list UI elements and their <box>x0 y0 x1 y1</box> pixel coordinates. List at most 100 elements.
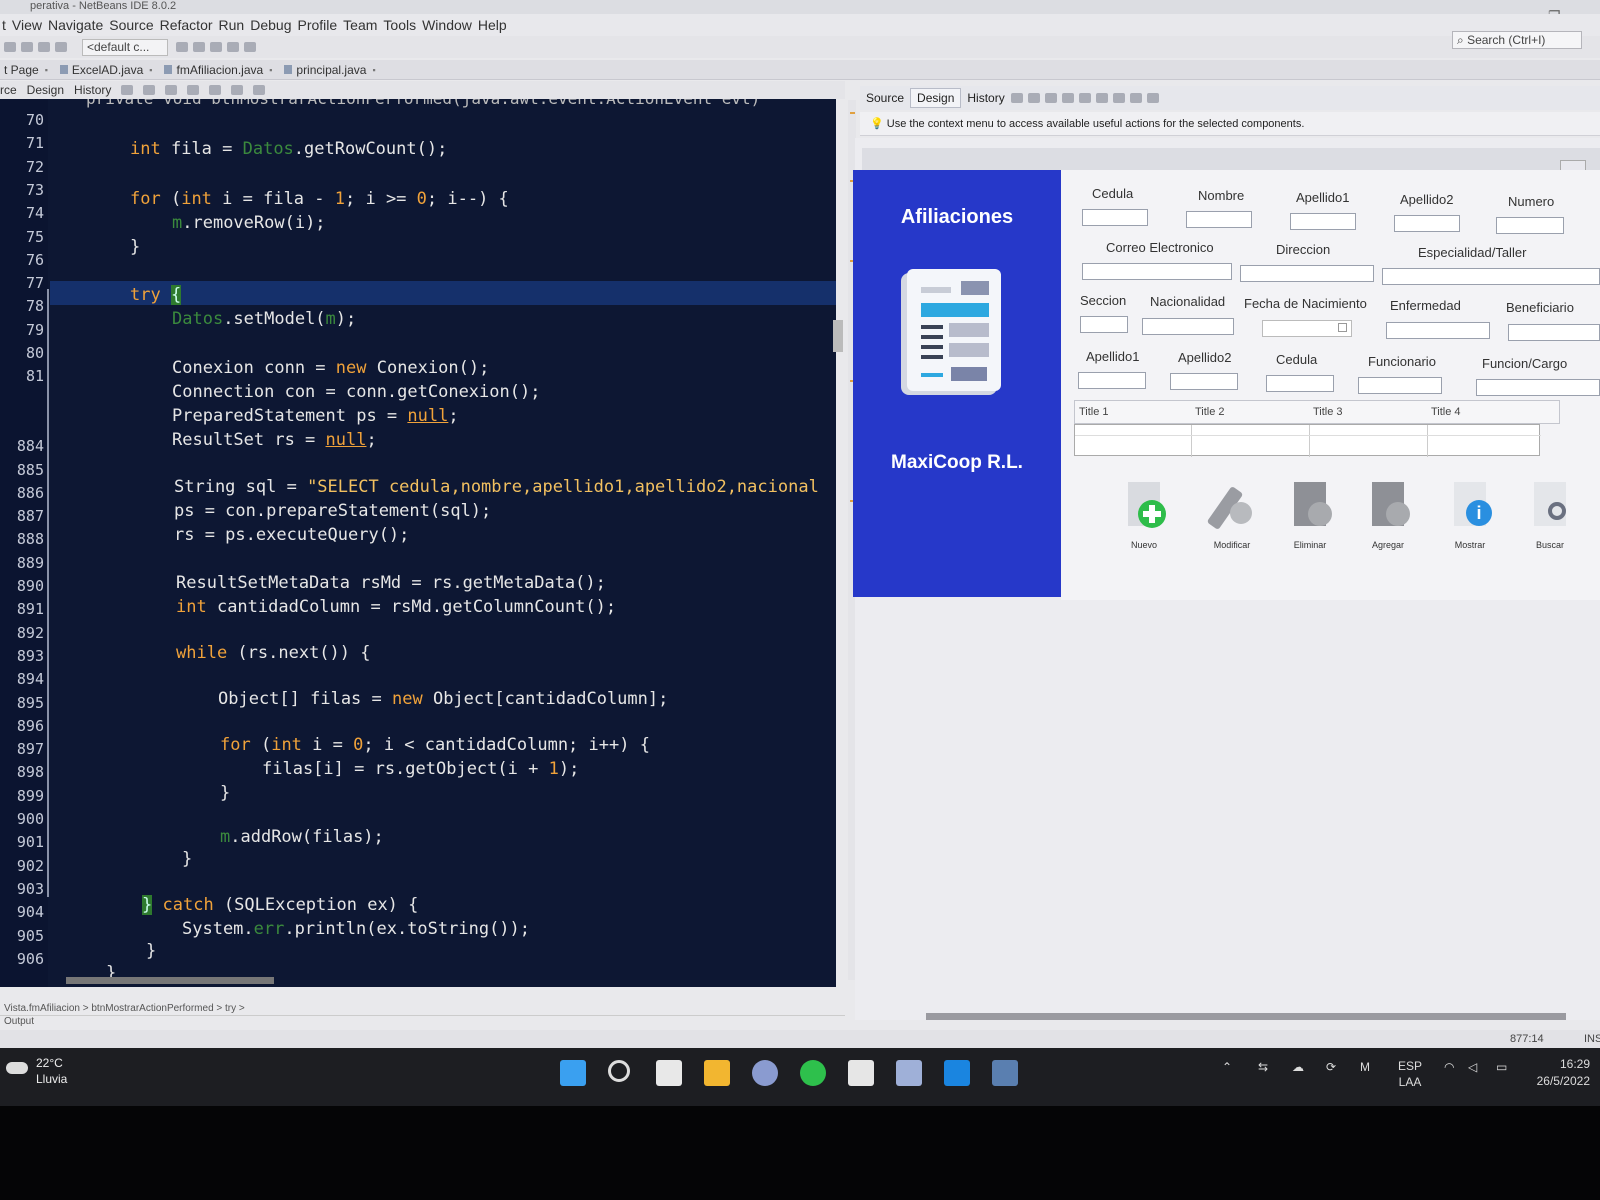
back-icon[interactable] <box>121 85 134 95</box>
funcion-field[interactable] <box>1476 379 1600 396</box>
align-left-icon[interactable] <box>1061 93 1074 103</box>
apellido1-field[interactable] <box>1290 213 1356 230</box>
config-combo[interactable]: <default c... <box>82 38 168 56</box>
seccion-field[interactable] <box>1080 316 1128 333</box>
run-icon[interactable] <box>210 42 222 52</box>
whatsapp-icon[interactable] <box>800 1060 826 1086</box>
tab-principal[interactable]: principal.java ▪ <box>280 63 383 77</box>
redo-icon[interactable] <box>55 42 67 52</box>
gmail-icon[interactable]: M <box>1360 1060 1370 1074</box>
task-view-icon[interactable] <box>656 1060 682 1086</box>
shift-right-icon[interactable] <box>231 85 244 95</box>
tab-history[interactable]: History <box>961 89 1010 107</box>
menu-tools[interactable]: Tools <box>383 17 416 33</box>
find-icon[interactable] <box>165 85 178 95</box>
close-icon[interactable]: ▪ <box>45 65 48 75</box>
menu-window[interactable]: Window <box>422 17 472 33</box>
tab-source-left[interactable]: rce <box>0 83 17 97</box>
b-cedula-field[interactable] <box>1266 375 1334 392</box>
design-horizontal-scrollbar[interactable] <box>926 1013 1566 1020</box>
menu-view[interactable]: View <box>12 17 42 33</box>
save-all-icon[interactable] <box>4 42 16 52</box>
network-share-icon[interactable]: ⇆ <box>1258 1060 1268 1074</box>
undo-icon[interactable] <box>38 42 50 52</box>
selection-mode-icon[interactable] <box>1010 93 1023 103</box>
column-header[interactable]: Title 4 <box>1431 406 1461 418</box>
menu-run[interactable]: Run <box>219 17 245 33</box>
b-apellido1-field[interactable] <box>1078 372 1146 389</box>
agregar-button[interactable]: Agregar <box>1358 478 1418 550</box>
settings-gear-icon[interactable] <box>752 1060 778 1086</box>
connection-mode-icon[interactable] <box>1027 93 1040 103</box>
align-top-icon[interactable] <box>1112 93 1125 103</box>
vscode-icon[interactable] <box>944 1060 970 1086</box>
close-icon[interactable]: ▪ <box>269 65 272 75</box>
tab-fmafiliacion[interactable]: fmAfiliacion.java ▪ <box>160 63 280 77</box>
mysql-workbench-icon[interactable] <box>992 1060 1018 1086</box>
tab-design-left[interactable]: Design <box>27 83 64 97</box>
tab-history-left[interactable]: History <box>74 83 111 97</box>
nuevo-button[interactable]: Nuevo <box>1114 478 1174 550</box>
wifi-icon[interactable]: ◠ <box>1444 1060 1454 1074</box>
b-apellido2-field[interactable] <box>1170 373 1238 390</box>
enfermedad-field[interactable] <box>1386 322 1490 339</box>
menu-help[interactable]: Help <box>478 17 507 33</box>
clean-build-icon[interactable] <box>193 42 205 52</box>
menu-profile[interactable]: Profile <box>297 17 337 33</box>
tab-design[interactable]: Design <box>910 88 962 108</box>
modificar-button[interactable]: Modificar <box>1202 478 1262 550</box>
calendar-icon[interactable] <box>1338 323 1347 332</box>
code-editor[interactable]: 70 71 72 73 74 75 76 77 78 79 80 81 884 885 886 887 888 8… <box>0 99 836 987</box>
buscar-button[interactable]: Buscar <box>1520 478 1580 550</box>
windows-start-icon[interactable] <box>560 1060 586 1086</box>
output-window-tab[interactable]: Output <box>0 1015 845 1027</box>
onedrive-cloud-icon[interactable]: ☁ <box>1292 1060 1304 1074</box>
menu-debug[interactable]: Debug <box>250 17 291 33</box>
beneficiario-field[interactable] <box>1508 324 1600 341</box>
toggle-bookmark-icon[interactable] <box>187 85 200 95</box>
stripe-mark[interactable] <box>850 112 855 114</box>
build-icon[interactable] <box>176 42 188 52</box>
menu-refactor[interactable]: Refactor <box>160 17 213 33</box>
chevron-up-icon[interactable]: ⌃ <box>1222 1060 1232 1074</box>
preview-design-icon[interactable] <box>1044 93 1057 103</box>
mostrar-button[interactable]: i Mostrar <box>1440 478 1500 550</box>
store-icon[interactable] <box>848 1060 874 1086</box>
profile-icon[interactable] <box>244 42 256 52</box>
nombre-field[interactable] <box>1186 211 1252 228</box>
macro-record-icon[interactable] <box>253 85 266 95</box>
tab-excelad[interactable]: ExcelAD.java ▪ <box>56 63 161 77</box>
search-icon[interactable] <box>608 1060 630 1082</box>
close-icon[interactable]: ▪ <box>149 65 152 75</box>
tab-source[interactable]: Source <box>860 89 910 107</box>
language-indicator[interactable]: ESP LAA <box>1398 1058 1422 1090</box>
column-header[interactable]: Title 2 <box>1195 406 1225 418</box>
especialidad-field[interactable] <box>1382 268 1600 285</box>
data-table[interactable] <box>1074 424 1541 457</box>
clock[interactable]: 16:29 26/5/2022 <box>1528 1056 1590 1090</box>
forward-icon[interactable] <box>143 85 156 95</box>
tab-start-page[interactable]: t Page ▪ <box>0 63 56 77</box>
align-right-icon[interactable] <box>1078 93 1091 103</box>
breadcrumb[interactable]: Vista.fmAfiliacion > btnMostrarActionPer… <box>0 1003 845 1015</box>
align-center-icon[interactable] <box>1095 93 1108 103</box>
numero-field[interactable] <box>1496 217 1564 234</box>
correo-field[interactable] <box>1082 263 1232 280</box>
close-icon[interactable]: ▪ <box>372 65 375 75</box>
battery-icon[interactable]: ▭ <box>1496 1060 1507 1074</box>
file-explorer-icon[interactable] <box>704 1060 730 1086</box>
debug-icon[interactable] <box>227 42 239 52</box>
resize-icon[interactable] <box>1146 93 1159 103</box>
side-panel[interactable]: Afiliaciones MaxiCoop R.L. <box>853 170 1061 597</box>
menu-source[interactable]: Source <box>109 17 153 33</box>
menu-team[interactable]: Team <box>343 17 377 33</box>
sync-icon[interactable]: ⟳ <box>1326 1060 1336 1074</box>
nacionalidad-field[interactable] <box>1142 318 1234 335</box>
shift-left-icon[interactable] <box>209 85 222 95</box>
menu-navigate[interactable]: Navigate <box>48 17 103 33</box>
apellido2-field[interactable] <box>1394 215 1460 232</box>
open-project-icon[interactable] <box>21 42 33 52</box>
direccion-field[interactable] <box>1240 265 1374 282</box>
fecha-picker[interactable] <box>1262 320 1352 337</box>
netbeans-cube-icon[interactable] <box>896 1060 922 1086</box>
